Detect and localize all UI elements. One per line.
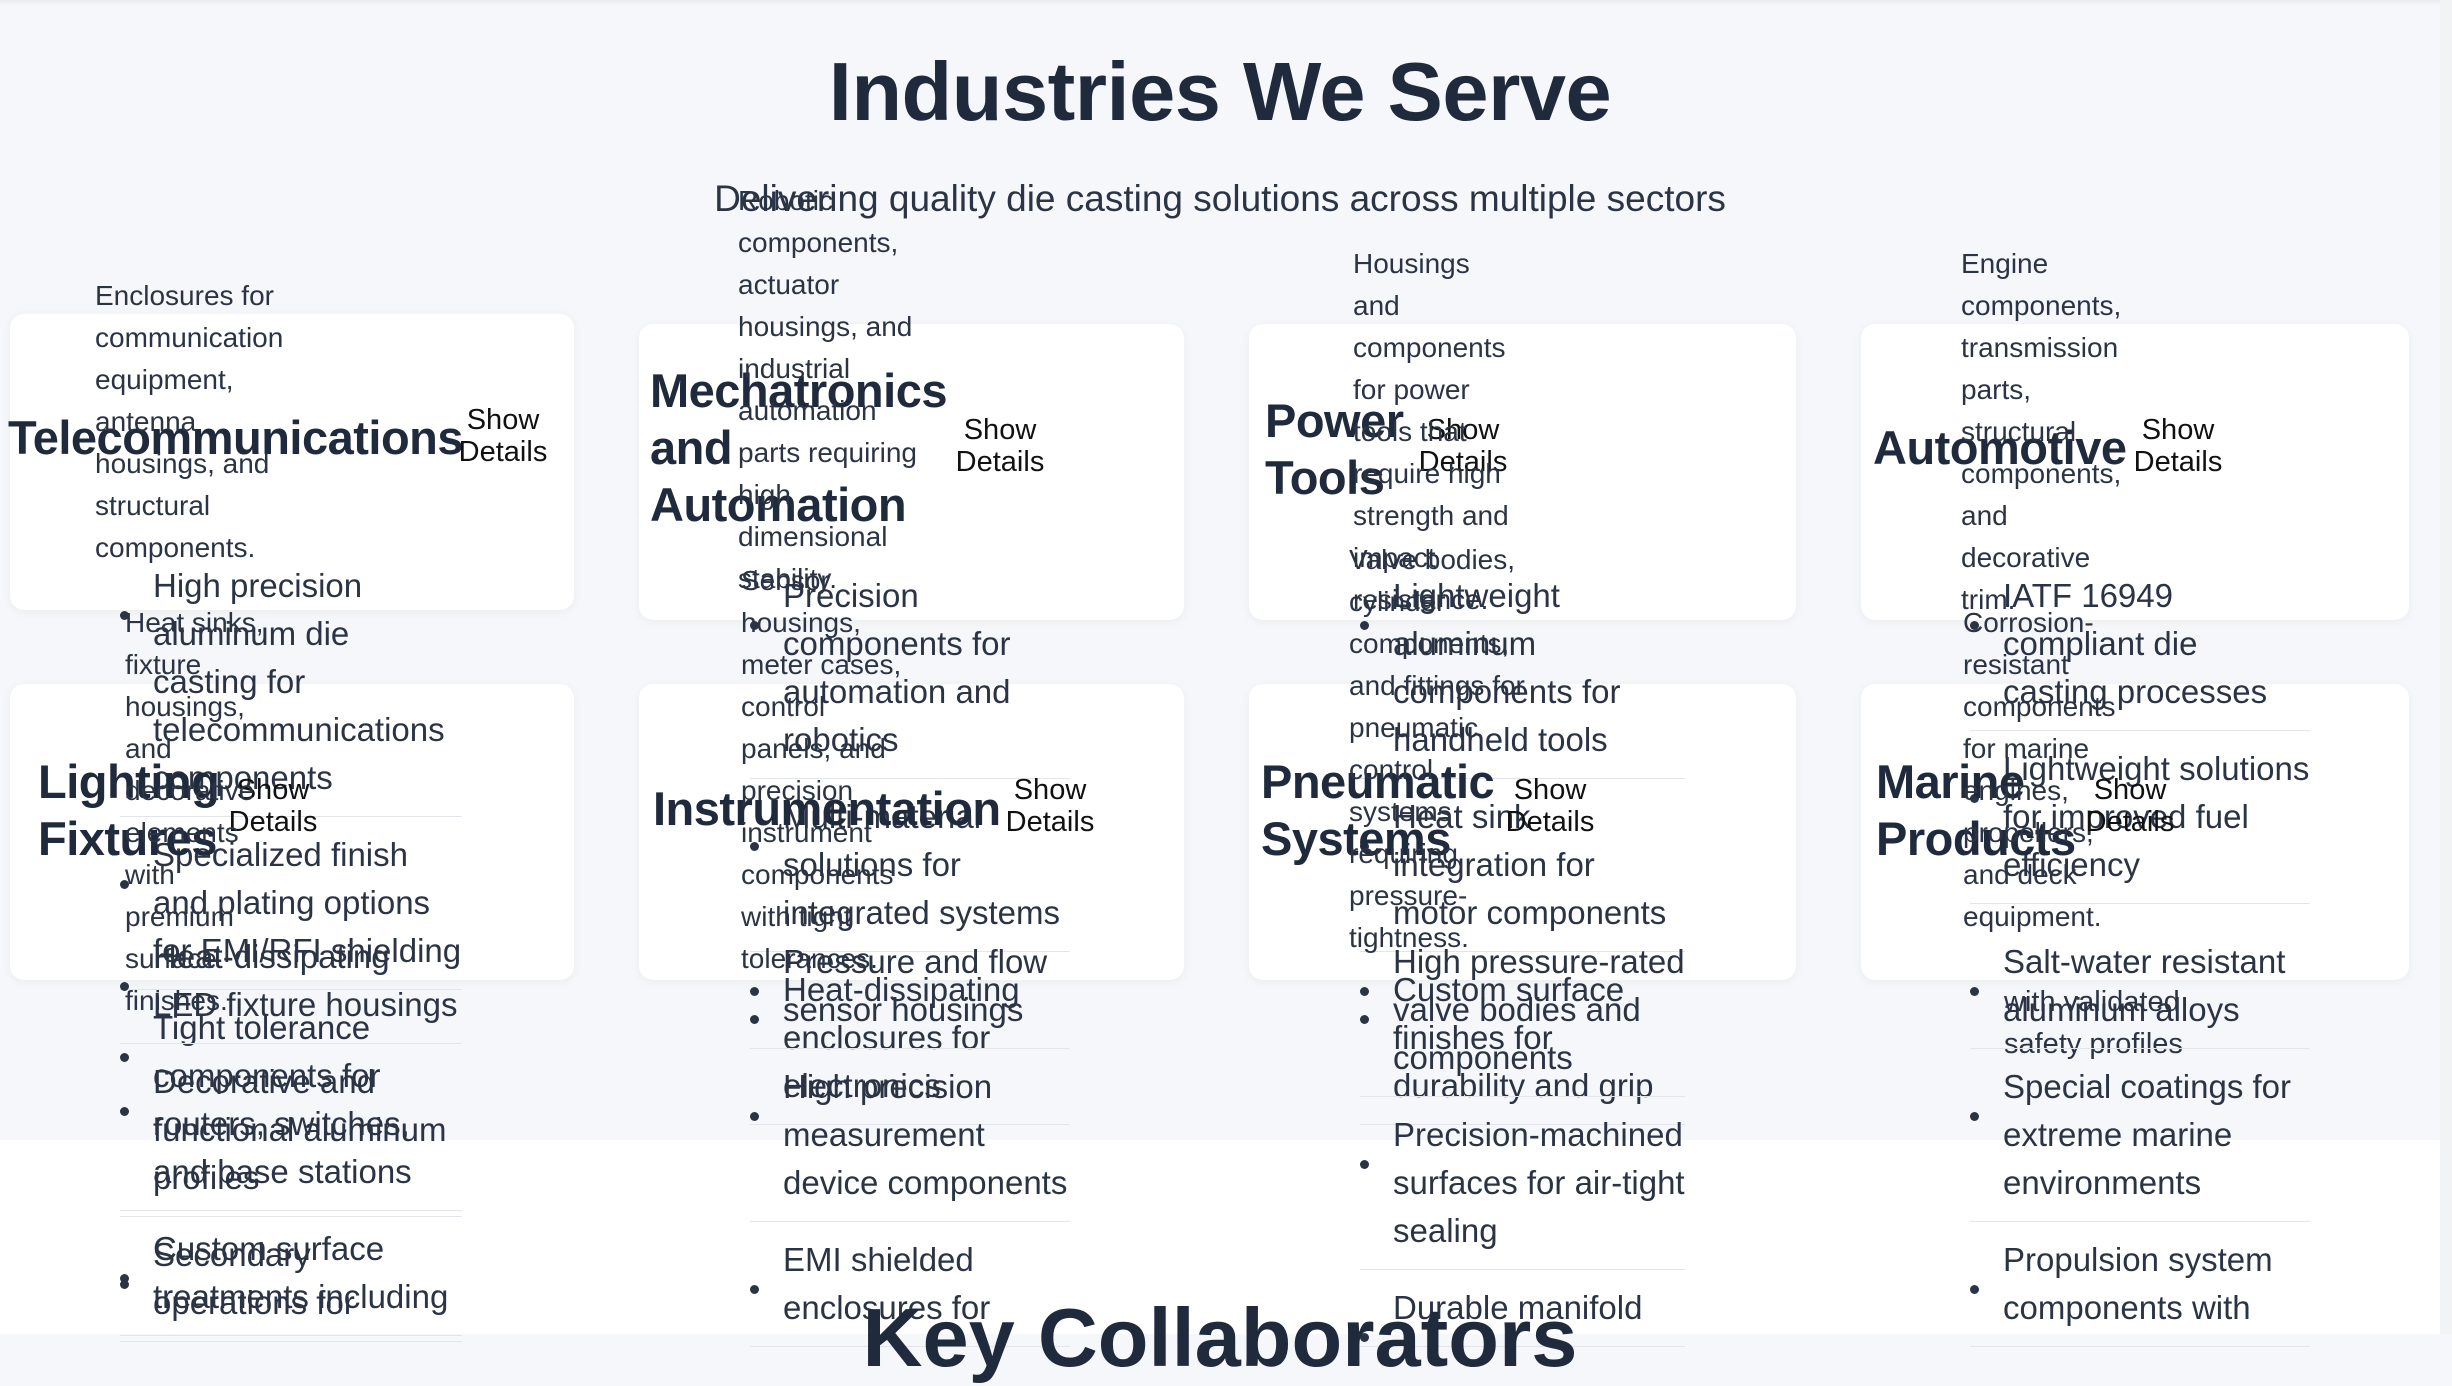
show-details-button-automotive[interactable]: Show Details <box>2133 414 2223 478</box>
industry-features-marine: Salt-water resistant aluminum alloys Spe… <box>1970 924 2310 1347</box>
page-subtitle: Delivering quality die casting solutions… <box>714 178 1726 219</box>
show-details-button-telecommunications[interactable]: Show Details <box>458 404 548 468</box>
industry-description-marine: Corrosion-resistant components for marin… <box>1963 607 2116 932</box>
next-section-title: Key Collaborators <box>862 1291 1578 1384</box>
feature-item: Pressure and flow sensor housings <box>750 924 1070 1049</box>
industry-features-lighting: Heat-dissipating LED fixture housings De… <box>120 919 462 1342</box>
industry-description-instrumentation: Sensor housings, meter cases, control pa… <box>741 565 902 974</box>
header-shadow <box>0 0 2440 6</box>
page-title: Industries We Serve <box>828 45 1612 138</box>
feature-item: Decorative and functional aluminum profi… <box>120 1044 462 1217</box>
industry-description-telecommunications: Enclosures for communication equipment, … <box>95 280 284 563</box>
page-scrollbar[interactable] <box>2440 0 2452 1334</box>
industry-features-instrumentation: Pressure and flow sensor housings High p… <box>750 924 1070 1347</box>
feature-item: Salt-water resistant aluminum alloys <box>1970 924 2310 1049</box>
show-details-button-instrumentation[interactable]: Show Details <box>1005 774 1095 838</box>
feature-item: High pressure-rated valve bodies and com… <box>1360 924 1685 1097</box>
show-details-button-mechatronics[interactable]: Show Details <box>955 414 1045 478</box>
industry-features-pneumatic: High pressure-rated valve bodies and com… <box>1360 924 1685 1347</box>
feature-item: Precision-machined surfaces for air-tigh… <box>1360 1097 1685 1270</box>
feature-item: Special coatings for extreme marine envi… <box>1970 1049 2310 1222</box>
feature-item: High precision measurement device compon… <box>750 1049 1070 1222</box>
industry-description-mechatronics: Robotic components, actuator housings, a… <box>738 185 917 594</box>
industry-description-pneumatic: Valve bodies, cylinder components, and f… <box>1349 544 1525 953</box>
feature-item: Heat-dissipating LED fixture housings <box>120 919 462 1044</box>
